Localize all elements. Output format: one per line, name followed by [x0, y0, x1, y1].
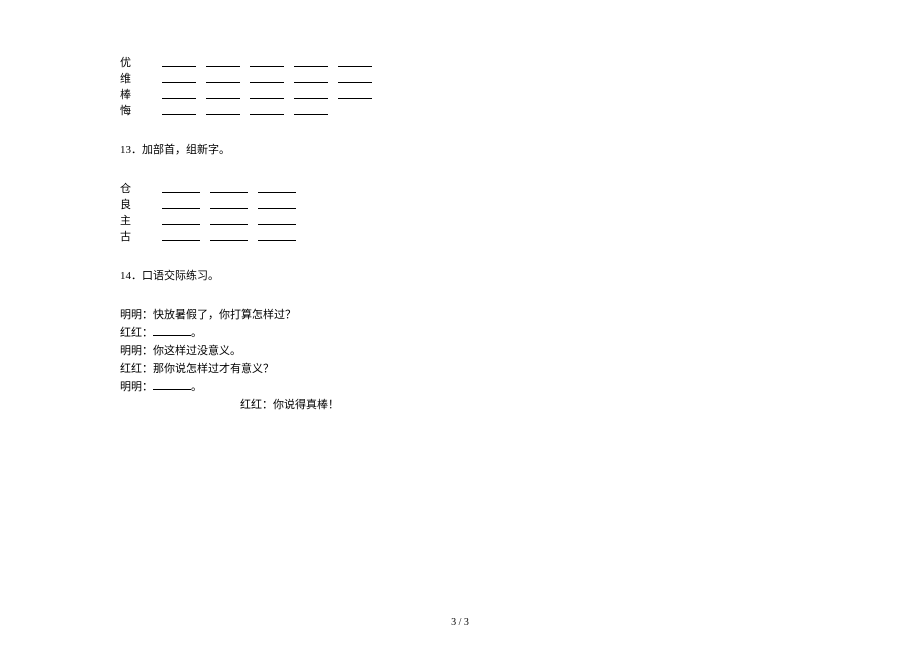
- dialog-text: 你说得真棒！: [273, 399, 339, 411]
- dialog-text: 你这样过没意义。: [153, 345, 241, 357]
- dialog-line-final: 红红：你说得真棒！: [240, 397, 800, 413]
- fill-blank[interactable]: [162, 216, 200, 225]
- char-row: 古: [120, 229, 800, 243]
- char-label: 古: [120, 228, 134, 244]
- char-label: 悔: [120, 102, 134, 118]
- q12-char-list: 优 维 棒 悔: [120, 55, 800, 117]
- fill-blank[interactable]: [162, 200, 200, 209]
- fill-blank[interactable]: [250, 58, 284, 67]
- char-label: 仓: [120, 180, 134, 196]
- fill-blank[interactable]: [210, 184, 248, 193]
- fill-blank[interactable]: [338, 58, 372, 67]
- fill-blank[interactable]: [250, 106, 284, 115]
- dialog-line: 明明：快放暑假了，你打算怎样过？: [120, 307, 800, 323]
- fill-blank[interactable]: [338, 74, 372, 83]
- speaker-label: 红红：: [240, 399, 273, 411]
- q13-title: 13．加部首，组新字。: [120, 141, 800, 157]
- fill-blank[interactable]: [258, 200, 296, 209]
- fill-blank[interactable]: [258, 216, 296, 225]
- fill-blank[interactable]: [206, 74, 240, 83]
- speaker-label: 红红：: [120, 363, 153, 375]
- q14-title: 14．口语交际练习。: [120, 267, 800, 283]
- dialog-text: 快放暑假了，你打算怎样过？: [153, 309, 296, 321]
- fill-blank[interactable]: [162, 232, 200, 241]
- fill-blank[interactable]: [294, 58, 328, 67]
- fill-blank[interactable]: [294, 106, 328, 115]
- fill-blank[interactable]: [250, 74, 284, 83]
- dialog-suffix: 。: [191, 327, 202, 339]
- page-sep: /: [456, 617, 464, 628]
- fill-blank[interactable]: [294, 74, 328, 83]
- fill-blank[interactable]: [162, 58, 196, 67]
- dialog-suffix: 。: [191, 381, 202, 393]
- speaker-label: 红红：: [120, 327, 153, 339]
- page-footer: 3 / 3: [0, 617, 920, 628]
- fill-blank[interactable]: [210, 216, 248, 225]
- char-row: 棒: [120, 87, 800, 101]
- char-row: 仓: [120, 181, 800, 195]
- dialog-text: 那你说怎样过才有意义？: [153, 363, 274, 375]
- document-page: 优 维 棒 悔: [0, 0, 920, 413]
- page-total: 3: [464, 617, 469, 628]
- fill-blank[interactable]: [153, 327, 191, 336]
- q14-dialog: 明明：快放暑假了，你打算怎样过？ 红红：。 明明：你这样过没意义。 红红：那你说…: [120, 307, 800, 413]
- fill-blank[interactable]: [258, 184, 296, 193]
- char-label: 良: [120, 196, 134, 212]
- char-row: 维: [120, 71, 800, 85]
- char-label: 维: [120, 70, 134, 86]
- speaker-label: 明明：: [120, 309, 153, 321]
- dialog-line: 红红：那你说怎样过才有意义？: [120, 361, 800, 377]
- char-label: 主: [120, 212, 134, 228]
- fill-blank[interactable]: [338, 90, 372, 99]
- fill-blank[interactable]: [206, 58, 240, 67]
- q13-char-list: 仓 良 主 古: [120, 181, 800, 243]
- fill-blank[interactable]: [250, 90, 284, 99]
- fill-blank[interactable]: [162, 184, 200, 193]
- fill-blank[interactable]: [210, 232, 248, 241]
- dialog-line: 红红： 。: [120, 325, 800, 341]
- char-label: 优: [120, 54, 134, 70]
- fill-blank[interactable]: [210, 200, 248, 209]
- fill-blank[interactable]: [206, 106, 240, 115]
- fill-blank[interactable]: [258, 232, 296, 241]
- dialog-line: 明明：你这样过没意义。: [120, 343, 800, 359]
- char-row: 悔: [120, 103, 800, 117]
- char-row: 优: [120, 55, 800, 69]
- fill-blank[interactable]: [153, 381, 191, 390]
- fill-blank[interactable]: [294, 90, 328, 99]
- dialog-line: 明明： 。: [120, 379, 800, 395]
- fill-blank[interactable]: [162, 90, 196, 99]
- char-row: 良: [120, 197, 800, 211]
- fill-blank[interactable]: [162, 74, 196, 83]
- fill-blank[interactable]: [206, 90, 240, 99]
- fill-blank[interactable]: [162, 106, 196, 115]
- speaker-label: 明明：: [120, 381, 153, 393]
- speaker-label: 明明：: [120, 345, 153, 357]
- char-label: 棒: [120, 86, 134, 102]
- char-row: 主: [120, 213, 800, 227]
